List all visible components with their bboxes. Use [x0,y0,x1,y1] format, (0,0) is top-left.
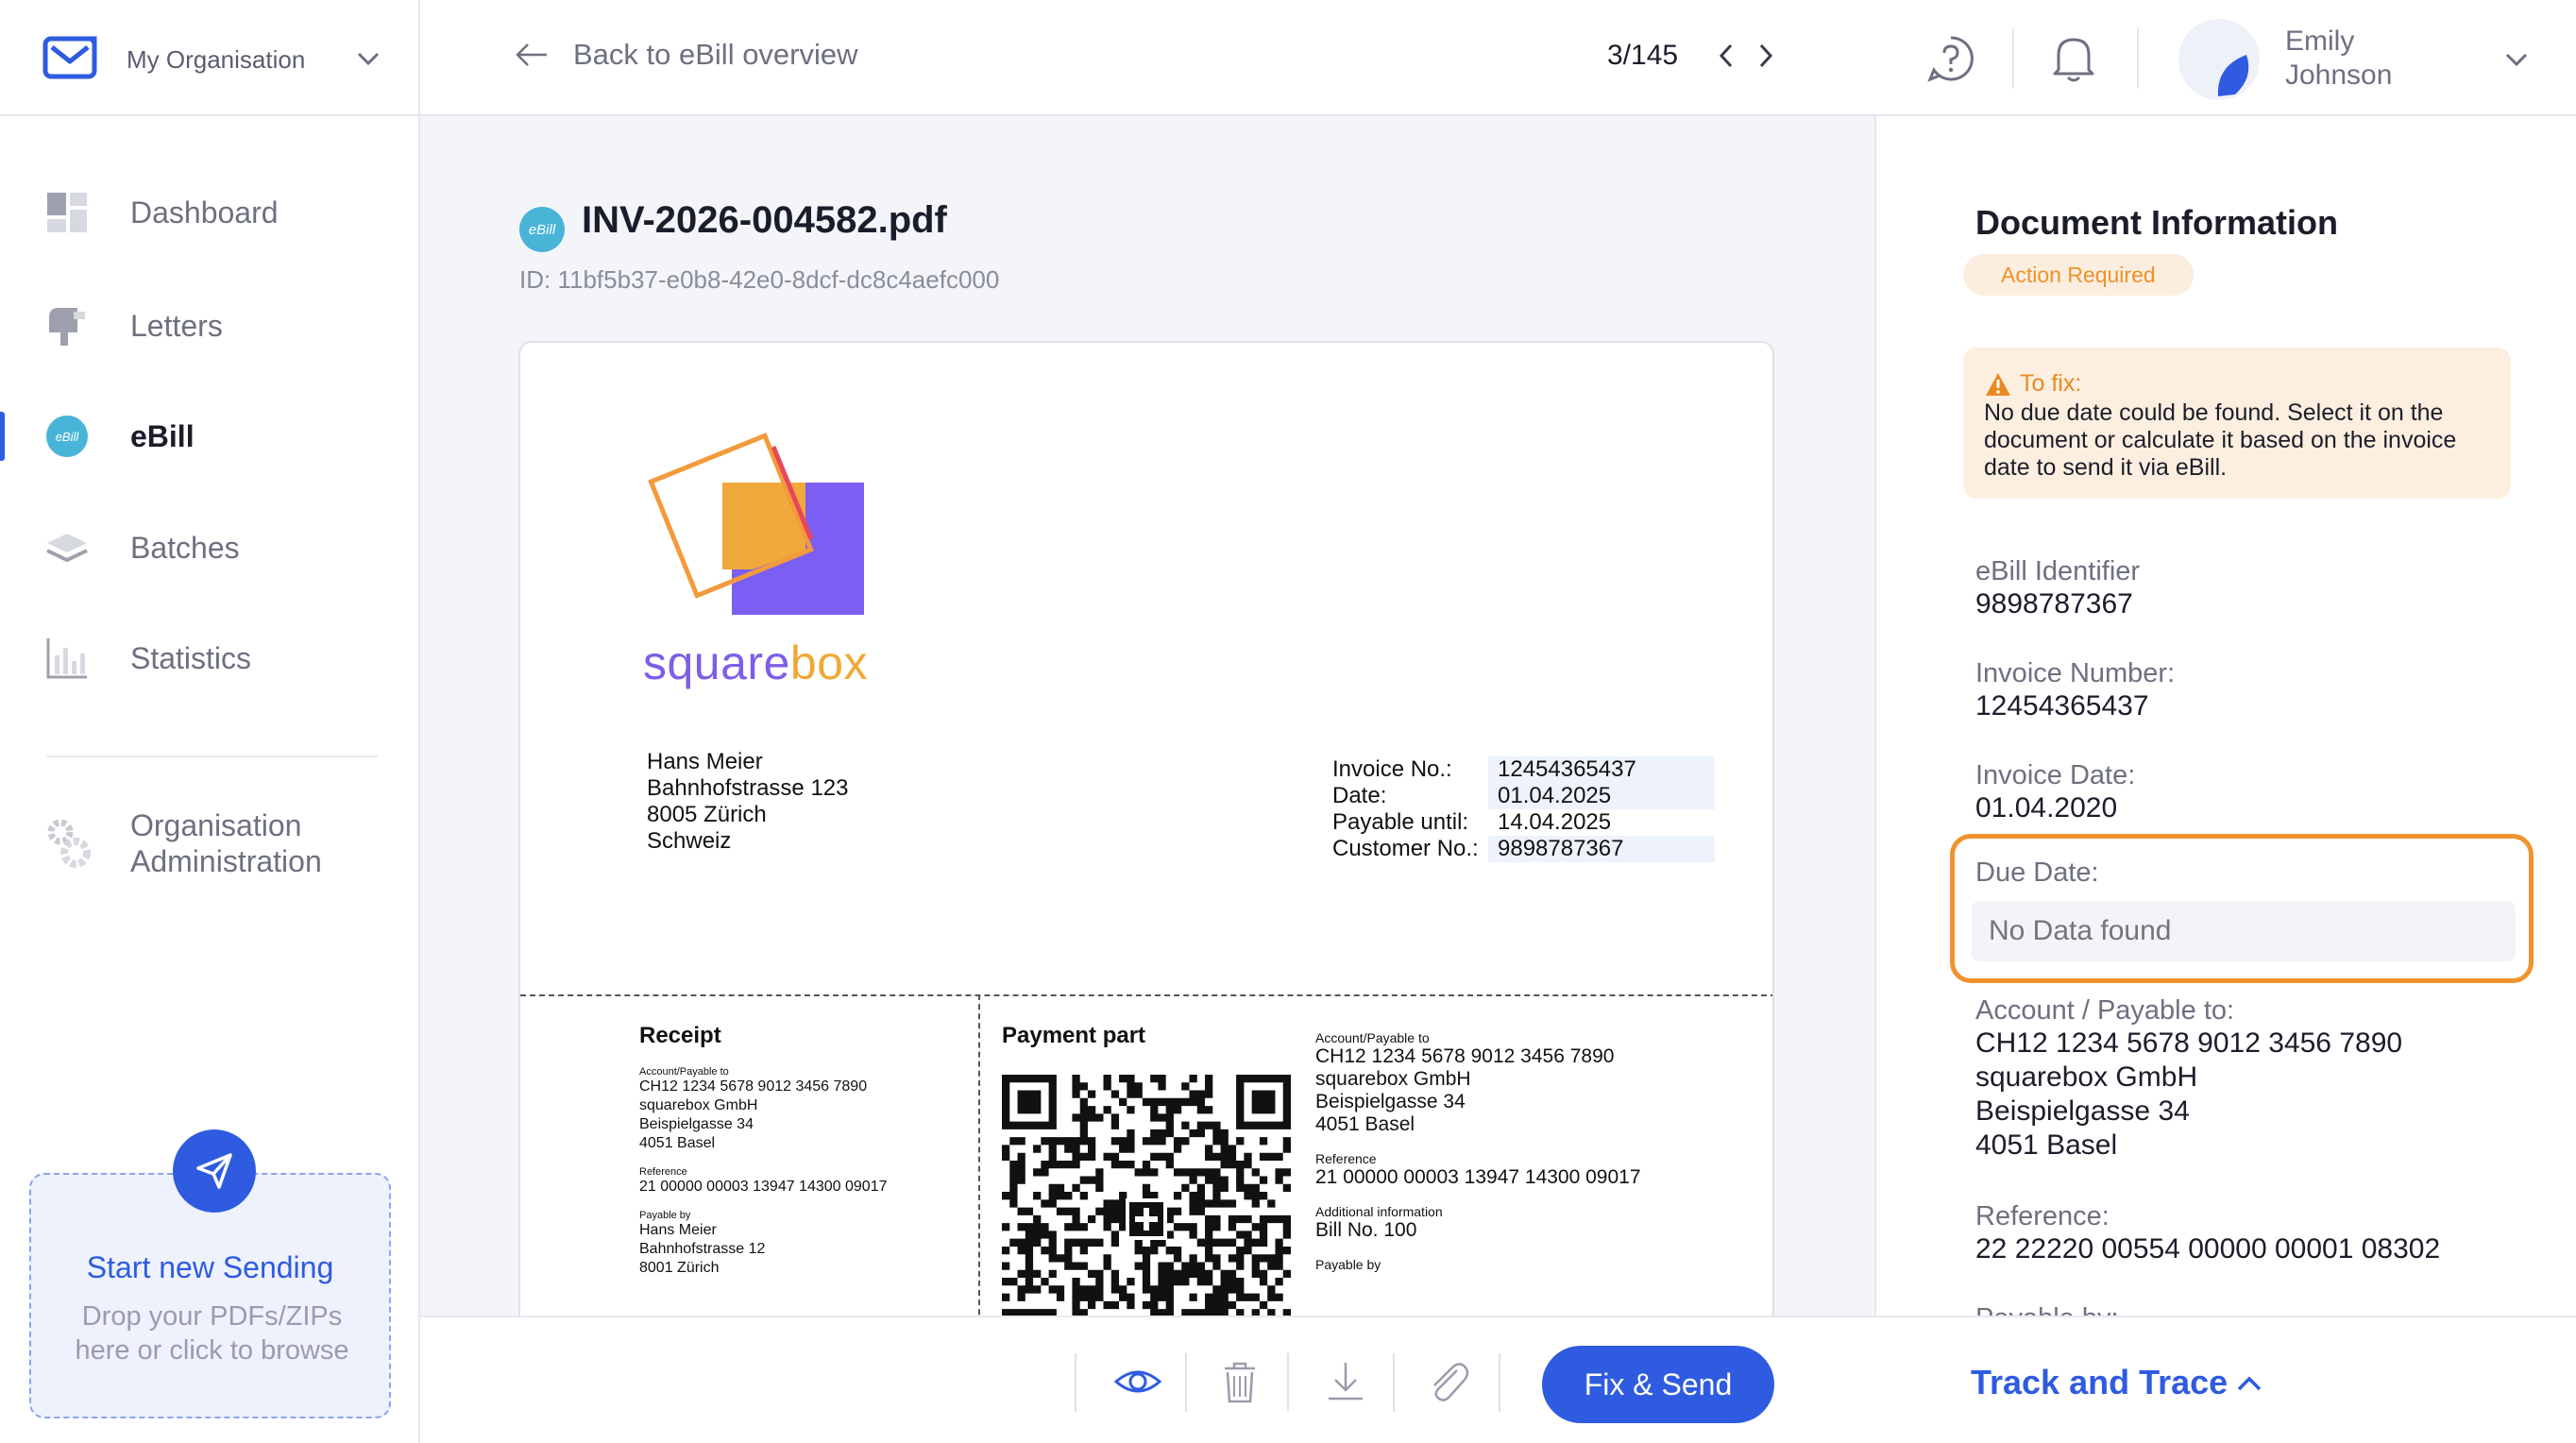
document-pager: 3/145 [1607,40,1679,71]
toolbar-divider [1499,1353,1500,1412]
avatar-image [2217,55,2249,96]
warning-icon [1986,372,2010,396]
back-link-label: Back to eBill overview [573,38,858,71]
avatar[interactable] [2178,19,2260,100]
recipient-address: Hans Meier Bahnhofstrasse 123 8005 Züric… [647,749,849,854]
field-ebill-identifier: eBill Identifier 9898787367 [1975,556,2141,620]
track-and-trace-label: Track and Trace [1971,1363,2229,1401]
fix-warning-box: To fix: No due date could be found. Sele… [1963,348,2511,499]
sidebar-item-organisation-administration[interactable]: Organisation Administration [0,807,420,902]
sidebar-item-label: Dashboard [130,195,279,229]
panel-title: Document Information [1975,203,2338,242]
ebill-icon: eBill [46,416,88,457]
chevron-left-icon[interactable] [1717,42,1736,70]
paperclip-icon[interactable] [1423,1359,1472,1404]
document-viewer: eBill INV-2026-004582.pdf ID: 11bf5b37-e… [420,116,1874,1380]
perforation-line [520,994,1772,996]
document-toolbar: Fix & Send [420,1316,1874,1443]
invoice-preview[interactable]: squarebox Hans Meier Bahnhofstrasse 123 … [518,341,1774,1380]
invoice-info-row: Customer No.: 9898787367 [1332,836,1729,862]
top-bar: Back to eBill overview 3/145 Emily Johns… [420,0,2576,116]
due-date-input[interactable] [1972,901,2516,961]
field-reference: Reference: 22 22220 00554 00000 00001 08… [1975,1201,2441,1265]
sidebar-item-ebill[interactable]: eBill eBill [0,399,420,474]
send-icon[interactable] [173,1129,256,1213]
qr-receipt-section: Receipt Account/Payable to CH12 1234 567… [639,1023,888,1276]
fix-and-send-button[interactable]: Fix & Send [1542,1346,1774,1423]
invoice-info-row: Invoice No.: 12454365437 [1332,756,1729,783]
trash-icon[interactable] [1215,1359,1264,1404]
back-link[interactable]: Back to eBill overview [515,38,858,72]
toolbar-divider [1393,1353,1395,1412]
chevron-down-icon[interactable] [2503,51,2530,68]
sidebar-item-letters[interactable]: Letters [0,288,420,364]
invoice-info-table: Invoice No.: 12454365437 Date: 01.04.2025 … [1332,756,1729,862]
toolbar-divider [1075,1353,1076,1412]
sidebar-item-batches[interactable]: Batches [0,510,420,586]
topbar-divider [2012,28,2014,89]
invoice-info-row: Payable until: 14.04.2025 [1332,809,1612,835]
field-invoice-date: Invoice Date: 01.04.2020 [1975,760,2136,823]
status-badge: Action Required [1963,254,2194,296]
svg-text:eBill: eBill [56,430,80,444]
toolbar-divider [1185,1353,1187,1412]
track-and-trace-toggle[interactable]: Track and Trace [1874,1316,2576,1443]
sidebar-item-label: Statistics [130,640,252,675]
upload-dropzone[interactable]: Start new Sending Drop your PDFs/ZIPs he… [29,1129,391,1418]
sidebar-item-statistics[interactable]: Statistics [0,620,420,696]
field-invoice-number: Invoice Number: 12454365437 [1975,658,2176,722]
sidebar-item-label: Letters [130,308,223,343]
layers-icon [46,534,88,563]
mailbox-icon [49,308,85,346]
organisation-switcher[interactable]: My Organisation [0,0,420,116]
sidebar-divider [47,755,378,757]
topbar-divider [2137,28,2139,89]
app-logo-icon [42,36,97,79]
document-filename: INV-2026-004582.pdf [582,199,947,241]
bar-chart-icon [46,638,87,679]
due-date-label: Due Date: [1975,857,2099,888]
due-date-field-highlight: Due Date: [1950,834,2534,983]
toolbar-divider [1287,1353,1289,1412]
document-information-panel: Document Information Action Required To … [1874,116,2576,1443]
sidebar: My Organisation Dashboard Letters eBill … [0,0,420,1443]
gears-icon [47,819,91,868]
chevron-down-icon[interactable] [355,49,381,68]
fix-title: To fix: [2020,370,2082,397]
dropzone-title: Start new Sending [86,1250,334,1284]
organisation-name: My Organisation [127,45,306,74]
arrow-left-icon [516,43,547,66]
sidebar-item-label: Organisation Administration [130,808,322,878]
sidebar-item-label: eBill [130,418,195,453]
chevron-right-icon[interactable] [1756,42,1775,70]
bell-icon[interactable] [2049,32,2098,85]
ebill-badge: eBill [519,207,565,252]
eye-icon[interactable] [1113,1359,1162,1404]
field-account-payable-to: Account / Payable to: CH12 1234 5678 901… [1975,995,2403,1161]
dashboard-icon [47,193,87,232]
download-icon[interactable] [1321,1359,1370,1404]
user-name[interactable]: Emily Johnson [2285,25,2392,93]
brand-wordmark: squarebox [643,637,869,689]
fix-message: No due date could be found. Select it on… [1984,399,2457,481]
squarebox-logo-icon [648,433,864,615]
dropzone-subtitle: Drop your PDFs/ZIPs here or click to bro… [75,1301,349,1366]
help-icon[interactable] [1926,34,1975,83]
invoice-info-row: Date: 01.04.2025 [1332,783,1729,809]
chevron-up-icon [2237,1376,2262,1391]
sidebar-item-label: Batches [130,530,240,565]
sidebar-item-dashboard[interactable]: Dashboard [0,175,420,250]
qr-payment-section-title: Payment part [1002,1023,1146,1048]
qr-payment-details: Account/Payable to CH12 1234 5678 9012 3… [1315,1030,1641,1272]
document-id: ID: 11bf5b37-e0b8-42e0-8dcf-dc8c4aefc000 [519,265,1000,294]
